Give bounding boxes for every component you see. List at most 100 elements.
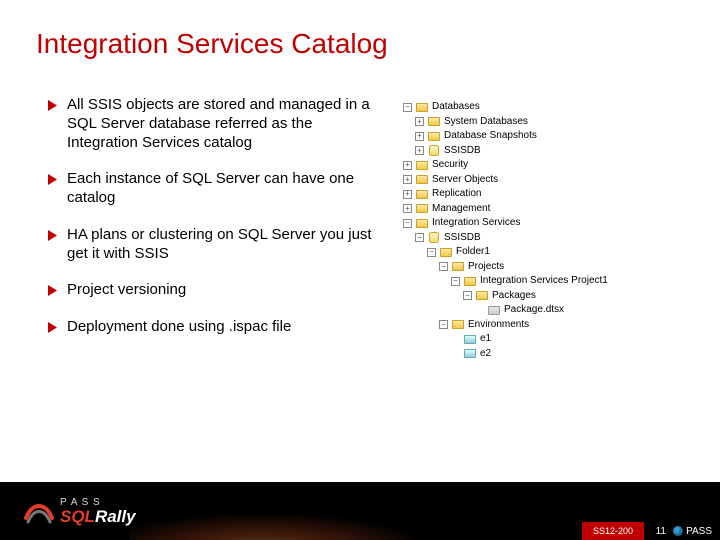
database-icon [427,232,440,243]
tree-label: SSISDB [443,144,481,159]
tree-label: Management [431,202,490,217]
footer-pass-text: PASS [686,526,712,537]
globe-icon [673,526,683,536]
tree-node-security[interactable]: + Security [391,158,608,173]
footer-bar: P A S S SQLRally SS12-200 11 PASS [0,482,720,540]
tree-label: Projects [467,260,504,275]
tree-label: e1 [479,332,491,347]
tree-label: SSISDB [443,231,481,246]
expand-icon[interactable]: + [415,132,424,141]
tree-label: Package.dtsx [503,303,564,318]
expand-icon[interactable]: + [403,190,412,199]
light-trail-decoration [130,482,460,540]
database-icon [427,145,440,156]
bullet-text: Project versioning [67,281,186,300]
tree-label: e2 [479,347,491,362]
collapse-icon[interactable]: − [427,248,436,257]
environment-icon [463,334,476,345]
tree-label: Integration Services [431,216,520,231]
bullet-list: All SSIS objects are stored and managed … [48,96,373,361]
tree-label: Security [431,158,468,173]
tree-node-databases[interactable]: − Databases [391,100,608,115]
collapse-icon[interactable]: − [439,262,448,271]
tree-label: Environments [467,318,529,333]
tree-node-project1[interactable]: − Integration Services Project1 [391,274,608,289]
tree-node-folder1[interactable]: − Folder1 [391,245,608,260]
folder-icon [415,189,428,200]
bullet-text: HA plans or clustering on SQL Server you… [67,226,373,264]
tree-node-env-e1[interactable]: e1 [391,332,608,347]
tree-label: Server Objects [431,173,498,188]
folder-icon [427,131,440,142]
bullet-text: All SSIS objects are stored and managed … [67,96,373,152]
expand-icon[interactable]: + [403,204,412,213]
expand-icon[interactable]: + [415,146,424,155]
session-code-badge: SS12-200 [582,522,644,540]
folder-icon [451,319,464,330]
spacer [451,349,460,358]
bullet-item: Project versioning [48,281,373,300]
collapse-icon[interactable]: − [451,277,460,286]
tree-label: Packages [491,289,536,304]
tree-node-server-objects[interactable]: + Server Objects [391,173,608,188]
bullet-item: Each instance of SQL Server can have one… [48,170,373,208]
folder-icon [427,116,440,127]
tree-label: Integration Services Project1 [479,274,608,289]
collapse-icon[interactable]: − [403,103,412,112]
collapse-icon[interactable]: − [415,233,424,242]
slide: Integration Services Catalog All SSIS ob… [0,0,720,540]
folder-icon [415,102,428,113]
bullet-arrow-icon [48,230,57,241]
swoosh-icon [24,496,54,526]
folder-icon [415,218,428,229]
bullet-arrow-icon [48,174,57,185]
object-explorer-tree: − Databases + System Databases + Databas… [391,100,608,361]
tree-label: Databases [431,100,480,115]
brand-logo: P A S S SQLRally [0,496,136,526]
collapse-icon[interactable]: − [463,291,472,300]
bullet-arrow-icon [48,285,57,296]
folder-icon [415,160,428,171]
tree-node-catalog-ssisdb[interactable]: − SSISDB [391,231,608,246]
tree-node-db-snapshots[interactable]: + Database Snapshots [391,129,608,144]
bullet-arrow-icon [48,322,57,333]
tree-label: Folder1 [455,245,490,260]
tree-node-projects[interactable]: − Projects [391,260,608,275]
logo-sql-text: SQL [60,507,95,526]
tree-label: System Databases [443,115,528,130]
tree-node-packages[interactable]: − Packages [391,289,608,304]
tree-label: Database Snapshots [443,129,537,144]
collapse-icon[interactable]: − [439,320,448,329]
bullet-item: Deployment done using .ispac file [48,318,373,337]
footer-pass-logo: PASS [673,522,712,540]
slide-title: Integration Services Catalog [0,0,720,60]
tree-node-system-databases[interactable]: + System Databases [391,115,608,130]
tree-node-environments[interactable]: − Environments [391,318,608,333]
expand-icon[interactable]: + [415,117,424,126]
folder-icon [439,247,452,258]
content-area: All SSIS objects are stored and managed … [0,60,720,361]
bullet-text: Each instance of SQL Server can have one… [67,170,373,208]
environment-icon [463,348,476,359]
expand-icon[interactable]: + [403,175,412,184]
page-number: 11 [656,526,666,537]
folder-icon [415,203,428,214]
bullet-text: Deployment done using .ispac file [67,318,291,337]
package-icon [487,305,500,316]
folder-icon [415,174,428,185]
bullet-item: All SSIS objects are stored and managed … [48,96,373,152]
project-icon [463,276,476,287]
folder-icon [475,290,488,301]
tree-label: Replication [431,187,481,202]
expand-icon[interactable]: + [403,161,412,170]
bullet-arrow-icon [48,100,57,111]
tree-node-env-e2[interactable]: e2 [391,347,608,362]
tree-node-management[interactable]: + Management [391,202,608,217]
tree-node-replication[interactable]: + Replication [391,187,608,202]
spacer [451,335,460,344]
folder-icon [451,261,464,272]
collapse-icon[interactable]: − [403,219,412,228]
tree-node-ssisdb[interactable]: + SSISDB [391,144,608,159]
tree-node-package-dtsx[interactable]: Package.dtsx [391,303,608,318]
tree-node-integration-services[interactable]: − Integration Services [391,216,608,231]
